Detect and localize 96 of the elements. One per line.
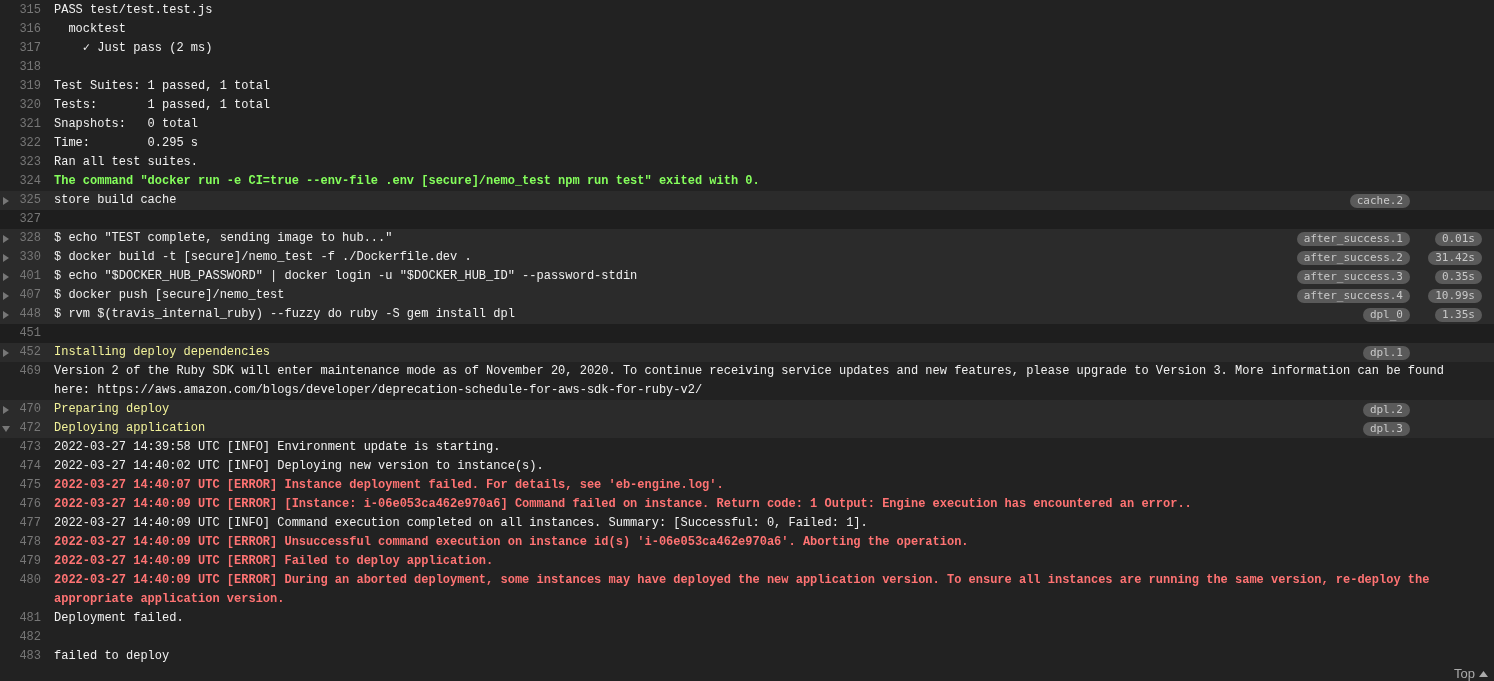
step-tag: after_success.3 — [1296, 269, 1410, 284]
top-link[interactable]: Top — [1454, 666, 1488, 681]
log-text: The command "docker run -e CI=true --env-file .env [secure]/nemo_test npm run test" exited with 0. — [54, 173, 761, 190]
log-text: $ echo "$DOCKER_HUB_PASSWORD" | docker login -u "$DOCKER_HUB_ID" --password-stdin — [54, 268, 639, 285]
fold-row[interactable]: 470 Preparing deploy dpl.2 — [0, 400, 1494, 419]
line-number: 317 — [18, 40, 41, 57]
log-text: 2022-03-27 14:40:02 UTC [INFO] Deploying new version to instance(s). — [54, 458, 545, 475]
fold-row[interactable]: 448 $ rvm $(travis_internal_ruby) --fuzzy do ruby -S gem install dpl dpl_0 1.35s — [0, 305, 1494, 324]
line-number: 327 — [18, 211, 41, 228]
line-number: 316 — [18, 21, 41, 38]
log-text: 2022-03-27 14:40:09 UTC [ERROR] Failed to deploy application. — [54, 553, 495, 570]
log-text: Test Suites: 1 passed, 1 total — [54, 78, 272, 95]
line-number: 320 — [18, 97, 41, 114]
step-tag: after_success.1 — [1296, 231, 1410, 246]
fold-row[interactable]: 328 $ echo "TEST complete, sending image to hub..." after_success.1 0.01s — [0, 229, 1494, 248]
duration-tag: 0.35s — [1434, 269, 1482, 284]
log-text: 2022-03-27 14:40:09 UTC [ERROR] During an aborted deployment, some instances may have deployed the new application version. To ensure all instances are running the same version, re-deploy the appropriate application version. — [54, 572, 1431, 608]
line-number: 323 — [18, 154, 41, 171]
log-text: Deploying application — [54, 420, 207, 437]
line-number: 452 — [18, 344, 41, 361]
log-text: 2022-03-27 14:40:09 UTC [ERROR] Unsuccessful command execution on instance id(s) 'i-06e053ca462e970a6'. Aborting the operation. — [54, 534, 970, 551]
line-number: 322 — [18, 135, 41, 152]
triangle-right-icon[interactable] — [2, 272, 10, 281]
line-number: 324 — [18, 173, 41, 190]
triangle-right-icon[interactable] — [2, 253, 10, 262]
log-text: PASS test/test.test.js — [54, 2, 214, 19]
fold-row[interactable]: 401 $ echo "$DOCKER_HUB_PASSWORD" | docker login -u "$DOCKER_HUB_ID" --password-stdin after_success.3 0.35s — [0, 267, 1494, 286]
step-tag: cache.2 — [1349, 193, 1410, 208]
line-number: 479 — [18, 553, 41, 570]
log-text: store build cache — [54, 192, 178, 209]
fold-row[interactable]: 452 Installing deploy dependencies dpl.1 — [0, 343, 1494, 362]
step-tag: dpl_0 — [1362, 307, 1410, 322]
log-text: 2022-03-27 14:40:07 UTC [ERROR] Instance deployment failed. For details, see 'eb-engine.log'. — [54, 477, 725, 494]
duration-tag: 0.01s — [1434, 231, 1482, 246]
log-text: 2022-03-27 14:40:09 UTC [ERROR] [Instance: i-06e053ca462e970a6] Command failed on instance. Return code: 1 Output: Engine execution has encountered an error.. — [54, 496, 1193, 513]
log-text: 2022-03-27 14:40:09 UTC [INFO] Command execution completed on all instances. Summary: [Successful: 0, Failed: 1]. — [54, 515, 869, 532]
triangle-right-icon[interactable] — [2, 405, 10, 414]
line-number: 483 — [18, 648, 41, 665]
fold-row[interactable]: 472 Deploying application dpl.3 — [0, 419, 1494, 438]
triangle-right-icon[interactable] — [2, 310, 10, 319]
line-number: 481 — [18, 610, 41, 627]
log-text: $ docker push [secure]/nemo_test — [54, 287, 286, 304]
step-tag: dpl.2 — [1362, 402, 1410, 417]
duration-tag: 10.99s — [1428, 288, 1482, 303]
line-number: 315 — [18, 2, 41, 19]
line-number: 470 — [18, 401, 41, 418]
line-number: 476 — [18, 496, 41, 513]
log-text: ✓ Just pass (2 ms) — [81, 40, 214, 57]
step-tag: after_success.2 — [1296, 250, 1410, 265]
line-number: 401 — [18, 268, 41, 285]
duration-tag: 31.42s — [1428, 250, 1482, 265]
line-number: 473 — [18, 439, 41, 456]
log-text: Time: 0.295 s — [54, 135, 200, 152]
line-number: 474 — [18, 458, 41, 475]
log-text: 2022-03-27 14:39:58 UTC [INFO] Environment update is starting. — [54, 439, 502, 456]
line-number: 478 — [18, 534, 41, 551]
log-text: failed to deploy — [54, 648, 171, 665]
line-number: 480 — [18, 572, 41, 589]
log-text: Deployment failed. — [54, 610, 185, 627]
line-number: 482 — [18, 629, 41, 646]
line-number: 451 — [18, 325, 41, 342]
log-text: $ docker build -t [secure]/nemo_test -f ./Dockerfile.dev . — [54, 249, 473, 266]
log-text: Ran all test suites. — [54, 154, 200, 171]
line-number: 475 — [18, 477, 41, 494]
duration-tag: 1.35s — [1434, 307, 1482, 322]
triangle-down-icon[interactable] — [2, 424, 10, 433]
fold-row[interactable]: 407 $ docker push [secure]/nemo_test after_success.4 10.99s — [0, 286, 1494, 305]
log-text: $ echo "TEST complete, sending image to hub..." — [54, 230, 394, 247]
line-number: 319 — [18, 78, 41, 95]
line-number: 330 — [18, 249, 41, 266]
triangle-right-icon[interactable] — [2, 196, 10, 205]
log-text: Preparing deploy — [54, 401, 171, 418]
fold-row[interactable]: 330 $ docker build -t [secure]/nemo_test -f ./Dockerfile.dev . after_success.2 31.42s — [0, 248, 1494, 267]
log-text: Version 2 of the Ruby SDK will enter maintenance mode as of November 20, 2020. To continue receiving service updates and new features, please upgrade to Version 3. More information can be found here: https://aws.amazon.com/blogs/developer/deprecation-schedule-for-aws-sdk-for-ruby-v2/ — [54, 363, 1445, 399]
log-text: Snapshots: 0 total — [54, 116, 200, 133]
log-text: Tests: 1 passed, 1 total — [54, 97, 272, 114]
line-number: 325 — [18, 192, 41, 209]
step-tag: dpl.3 — [1362, 421, 1410, 436]
log-text: Installing deploy dependencies — [54, 344, 272, 361]
line-number: 328 — [18, 230, 41, 247]
log-text: mocktest — [67, 21, 127, 38]
triangle-right-icon[interactable] — [2, 234, 10, 243]
caret-up-icon — [1479, 670, 1488, 677]
line-number: 472 — [18, 420, 41, 437]
log-text: $ rvm $(travis_internal_ruby) --fuzzy do ruby -S gem install dpl — [54, 306, 516, 323]
line-number: 477 — [18, 515, 41, 532]
fold-row[interactable]: 325 store build cache cache.2 — [0, 191, 1494, 210]
triangle-right-icon[interactable] — [2, 291, 10, 300]
step-tag: dpl.1 — [1362, 345, 1410, 360]
triangle-right-icon[interactable] — [2, 348, 10, 357]
line-number: 318 — [18, 59, 41, 76]
line-number: 448 — [18, 306, 41, 323]
line-number: 321 — [18, 116, 41, 133]
line-number: 469 — [18, 363, 41, 380]
step-tag: after_success.4 — [1296, 288, 1410, 303]
line-number: 407 — [18, 287, 41, 304]
